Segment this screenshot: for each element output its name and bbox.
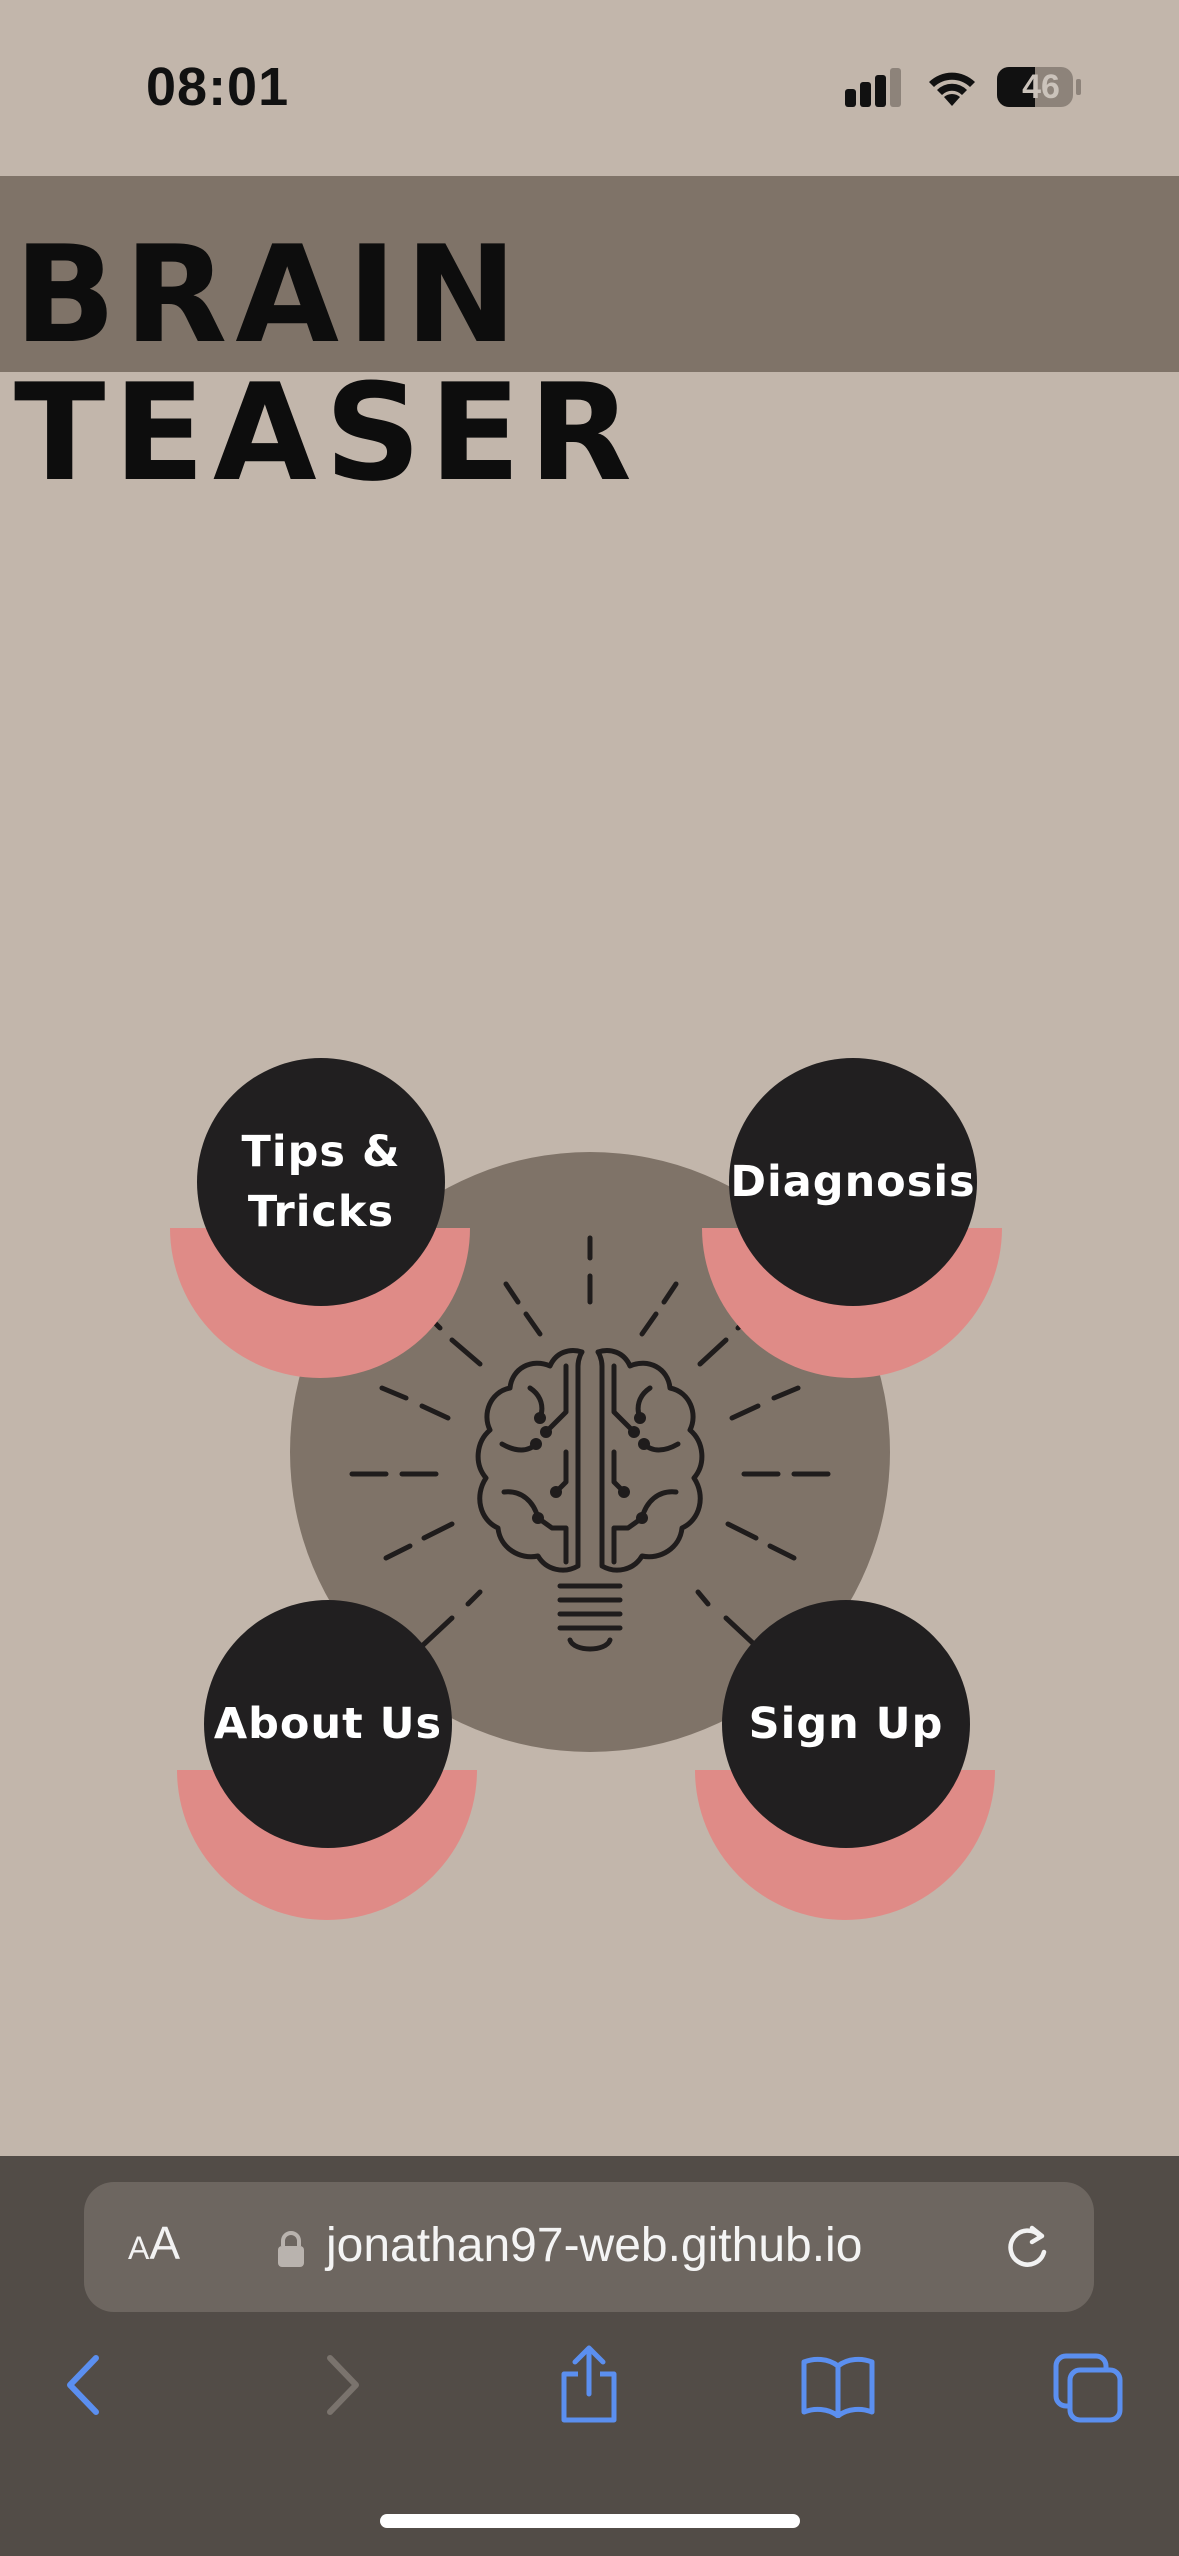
site-title: BRAIN TEASER — [14, 217, 640, 511]
status-bar: 08:01 46 — [0, 0, 1179, 175]
battery-percent: 46 — [1022, 68, 1060, 106]
text-size-button[interactable]: AA — [128, 2216, 180, 2276]
menu-diagnosis-button[interactable]: Diagnosis — [702, 1058, 1002, 1378]
wifi-icon — [929, 72, 975, 106]
menu-label-about-us: About Us — [213, 1699, 443, 1749]
menu-disc: About Us — [204, 1600, 452, 1848]
menu-sign-up-button[interactable]: Sign Up — [695, 1600, 995, 1920]
bookmarks-icon[interactable] — [800, 2354, 876, 2418]
url-text[interactable]: jonathan97-web.github.io — [326, 2218, 862, 2273]
lock-icon — [278, 2231, 304, 2267]
forward-icon[interactable] — [320, 2350, 364, 2420]
back-icon[interactable] — [62, 2350, 106, 2420]
home-indicator[interactable] — [380, 2514, 800, 2528]
reload-icon[interactable] — [1000, 2220, 1054, 2274]
menu-label-tips-tricks: Tips & Tricks — [241, 1127, 401, 1237]
menu-disc: Sign Up — [722, 1600, 970, 1848]
cellular-signal-icon — [845, 68, 901, 107]
menu-disc: Tips & Tricks — [197, 1058, 445, 1306]
menu-disc: Diagnosis — [729, 1058, 977, 1306]
tabs-icon[interactable] — [1052, 2352, 1124, 2424]
text-size-label: AA — [128, 2217, 181, 2269]
status-time: 08:01 — [146, 57, 290, 117]
menu-about-us-button[interactable]: About Us — [177, 1600, 477, 1920]
share-icon[interactable] — [556, 2344, 622, 2424]
menu-tips-tricks-button[interactable]: Tips & Tricks — [170, 1058, 470, 1378]
menu-label-sign-up: Sign Up — [748, 1699, 944, 1749]
menu-label-diagnosis: Diagnosis — [730, 1157, 976, 1207]
